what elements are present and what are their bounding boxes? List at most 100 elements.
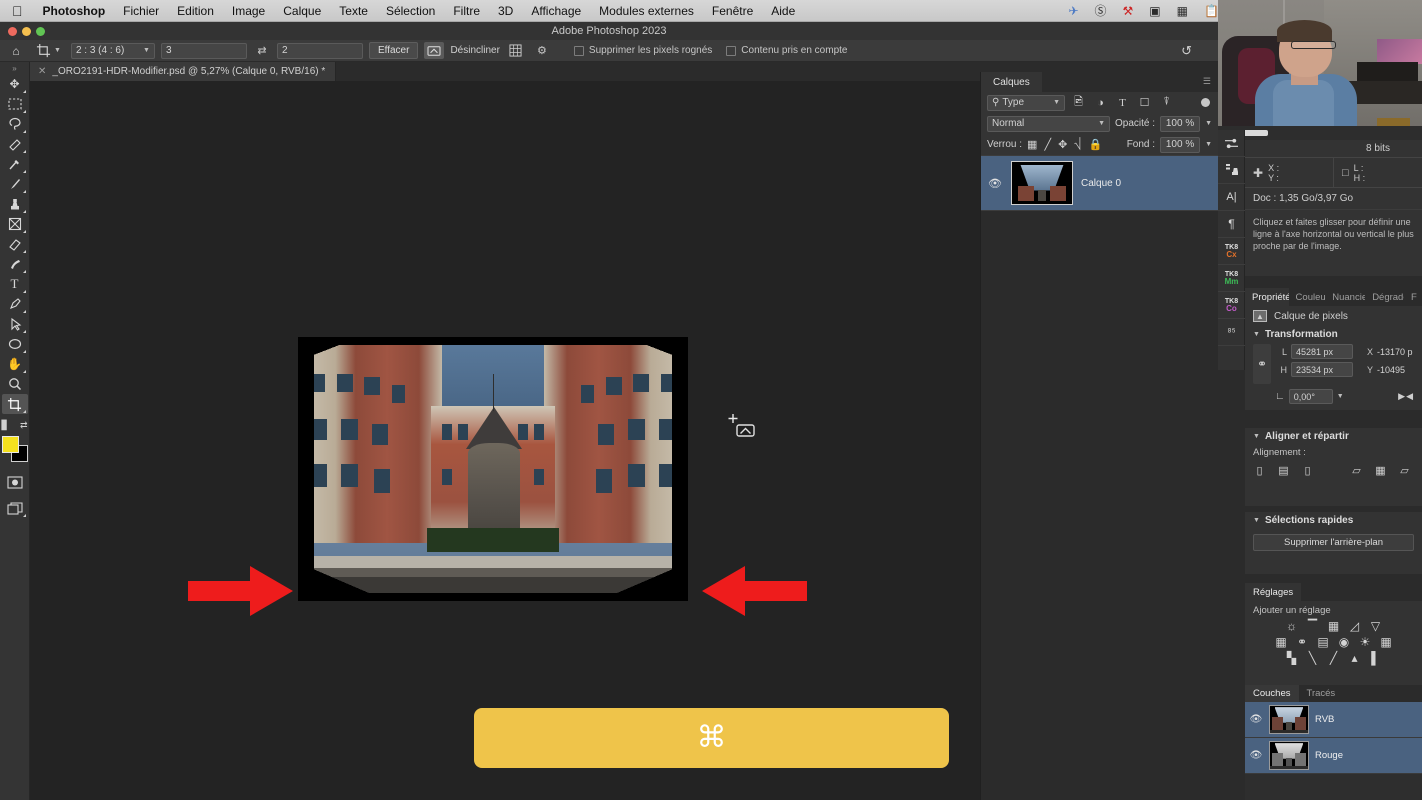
crop-ratio-select[interactable]: 2 : 3 (4 : 6) ▼ [70, 42, 155, 59]
character-panel-icon[interactable]: A| [1218, 184, 1245, 211]
color-balance-icon[interactable]: ⚭ [1295, 635, 1309, 649]
height-input[interactable]: 23534 px [1291, 362, 1353, 377]
tab-traces[interactable]: Tracés [1299, 685, 1344, 702]
straighten-label[interactable]: Désincliner [450, 45, 499, 56]
menu-fichier[interactable]: Fichier [114, 4, 168, 18]
type-tool[interactable]: T [2, 274, 28, 294]
eye-icon[interactable]: 👁 [987, 177, 1003, 190]
crop-width-input[interactable]: 3 [160, 42, 247, 59]
reset-icon[interactable]: ↺ [1181, 43, 1212, 59]
align-right-icon[interactable]: ▯ [1301, 464, 1314, 477]
apple-menu-icon[interactable]:  [0, 4, 34, 18]
gear-icon[interactable]: ⚙ [532, 42, 552, 59]
delete-cropped-pixels-checkbox[interactable]: Supprimer les pixels rognés [573, 45, 712, 56]
stamp-panel-icon[interactable] [1218, 157, 1245, 184]
menu-fenetre[interactable]: Fenêtre [703, 4, 762, 18]
align-left-icon[interactable]: ▯ [1253, 464, 1266, 477]
history-brush-tool[interactable] [2, 214, 28, 234]
shield-icon[interactable]: Ⓢ [1087, 5, 1115, 17]
move-tool[interactable]: ✥ [2, 74, 28, 94]
screenshot-icon[interactable]: ▦ [1169, 5, 1196, 17]
levels-icon[interactable]: ▔ [1306, 619, 1320, 633]
eraser-tool[interactable] [2, 234, 28, 254]
remove-background-button[interactable]: Supprimer l'arrière-plan [1253, 534, 1414, 551]
tab-proprietes[interactable]: Propriétés [1245, 288, 1289, 306]
lock-all-icon[interactable]: 🔒 [1088, 138, 1102, 151]
angle-input[interactable]: 0,00° [1288, 389, 1333, 404]
airplane-icon[interactable]: ✈ [1060, 5, 1086, 17]
tab-degrade[interactable]: Dégradé [1365, 288, 1404, 306]
x-value[interactable]: -13170 p [1377, 347, 1413, 357]
shape-tool[interactable] [2, 334, 28, 354]
gradient-map-icon[interactable]: ▴ [1348, 651, 1362, 665]
sliders-icon[interactable] [1218, 130, 1245, 157]
paragraph-panel-icon[interactable]: ¶ [1218, 211, 1245, 238]
menu-texte[interactable]: Texte [330, 4, 377, 18]
lock-position-icon[interactable]: ✥ [1058, 138, 1067, 151]
channel-row-rouge[interactable]: 👁 Rouge [1245, 738, 1422, 774]
path-selection-tool[interactable] [2, 314, 28, 334]
crop-height-input[interactable]: 2 [276, 42, 363, 59]
channel-mixer-icon[interactable]: ☀ [1358, 635, 1372, 649]
photo-filter-icon[interactable]: ◉ [1337, 635, 1351, 649]
hand-tool[interactable]: ✋ [2, 354, 28, 374]
close-icon[interactable]: ✕ [38, 66, 46, 77]
chevron-down-icon[interactable]: ▼ [1205, 120, 1212, 127]
zoom-tool[interactable] [2, 374, 28, 394]
eye-icon[interactable]: 👁 [1249, 750, 1263, 761]
brush-tool[interactable] [2, 174, 28, 194]
menu-filtre[interactable]: Filtre [444, 4, 489, 18]
clone-stamp-tool[interactable] [2, 194, 28, 214]
screen-mode-icon[interactable] [2, 498, 28, 518]
invert-icon[interactable]: ▚ [1285, 651, 1299, 665]
filter-toggle-icon[interactable] [1201, 98, 1210, 107]
align-bottom-icon[interactable]: ▱ [1398, 464, 1411, 477]
menu-calque[interactable]: Calque [274, 4, 330, 18]
selective-color-icon[interactable]: ▌ [1369, 651, 1383, 665]
shape-filter-icon[interactable]: ☐ [1136, 95, 1153, 111]
tab-reglages[interactable]: Réglages [1245, 583, 1302, 601]
menu-aide[interactable]: Aide [762, 4, 804, 18]
clear-button[interactable]: Effacer [368, 42, 419, 59]
hue-saturation-icon[interactable]: ▦ [1274, 635, 1288, 649]
tk8-mm-icon[interactable]: TK8 Mm [1218, 265, 1245, 292]
pixel-filter-icon[interactable]: 🖻 [1070, 95, 1087, 111]
tab-formes[interactable]: F [1404, 288, 1422, 306]
healing-brush-tool[interactable] [2, 154, 28, 174]
threshold-icon[interactable]: ╱ [1327, 651, 1341, 665]
content-aware-checkbox[interactable]: Contenu pris en compte [726, 45, 847, 56]
type-filter-icon[interactable]: T [1114, 95, 1131, 111]
y-value[interactable]: -10495 [1377, 365, 1405, 375]
lock-image-icon[interactable]: ╱ [1044, 138, 1051, 151]
flip-horizontal-vertical-icons[interactable]: ▶◀ [1398, 391, 1414, 402]
align-section-header[interactable]: ▼ Aligner et répartir [1245, 428, 1422, 444]
vibrance-icon[interactable]: ▽ [1369, 619, 1383, 633]
menu-image[interactable]: Image [223, 4, 274, 18]
swap-arrows-icon[interactable]: ⇄ [253, 44, 271, 57]
align-center-horizontal-icon[interactable]: ▤ [1277, 464, 1290, 477]
default-colors-icon[interactable]: ▊ [2, 420, 9, 431]
exposure-icon[interactable]: ◿ [1348, 619, 1362, 633]
lasso-tool[interactable] [2, 114, 28, 134]
layer-filter-select[interactable]: ⚲ Type ▼ [987, 94, 1065, 111]
camera-icon[interactable]: ▣ [1141, 5, 1168, 17]
crop-tool[interactable] [1, 394, 28, 414]
marquee-tool[interactable] [2, 94, 28, 114]
tab-calques[interactable]: Calques [981, 72, 1042, 92]
actions-panel-icon[interactable]: ⁸⁵ [1218, 319, 1245, 346]
tool-preset-picker[interactable]: ▼ [32, 43, 65, 58]
straighten-icon[interactable] [424, 42, 445, 59]
curves-icon[interactable]: ▦ [1327, 619, 1341, 633]
tab-couches[interactable]: Couches [1245, 685, 1299, 702]
menu-modules-externes[interactable]: Modules externes [590, 4, 703, 18]
tab-couleur[interactable]: Couleur [1289, 288, 1326, 306]
swap-colors-icon[interactable]: ⇄ [20, 420, 28, 431]
tab-nuancier[interactable]: Nuancier [1325, 288, 1365, 306]
link-icon[interactable]: ⚭ [1253, 344, 1271, 384]
panel-grip-icon[interactable]: » [12, 64, 16, 74]
tk8-cx-icon[interactable]: TK8 Cx [1218, 238, 1245, 265]
fill-value[interactable]: 100 % [1160, 136, 1201, 153]
video-controls-bar[interactable] [1218, 126, 1422, 140]
menu-3d[interactable]: 3D [489, 4, 522, 18]
menu-photoshop[interactable]: Photoshop [34, 4, 115, 18]
